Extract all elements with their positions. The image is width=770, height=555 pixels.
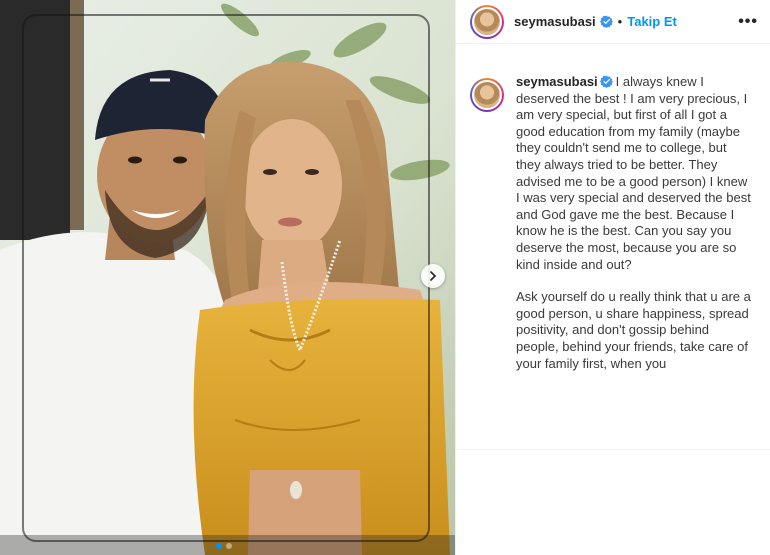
more-options-icon[interactable]: ••• (738, 13, 758, 30)
couple-photo-image (0, 0, 455, 555)
caption-row: seymasubasi I always knew I deserved the… (456, 44, 770, 372)
caption-paragraph-2: Ask yourself do u really think that u ar… (516, 289, 751, 371)
carousel-dot-1 (216, 543, 222, 549)
verified-badge-icon (599, 15, 613, 28)
carousel-dot-2 (226, 543, 232, 549)
follow-button[interactable]: Takip Et (627, 14, 677, 29)
post-header: seymasubasi • Takip Et ••• (456, 0, 770, 44)
post-photo[interactable] (0, 0, 455, 555)
caption-avatar[interactable] (470, 78, 504, 112)
header-separator: • (617, 14, 623, 29)
profile-avatar[interactable] (470, 4, 504, 39)
caption-username-link[interactable]: seymasubasi (516, 74, 598, 89)
carousel-indicator (216, 543, 232, 549)
caption-text: seymasubasi I always knew I deserved the… (516, 74, 752, 372)
caption-paragraph-1: I always knew I deserved the best ! I am… (516, 74, 751, 272)
chevron-right-icon (430, 271, 437, 281)
verified-badge-icon (599, 75, 613, 88)
post-side-panel: seymasubasi • Takip Et ••• seymasubasi I… (455, 0, 770, 555)
caption-fade-overlay (456, 449, 770, 555)
header-username-link[interactable]: seymasubasi (514, 14, 596, 29)
caption-area[interactable]: seymasubasi I always knew I deserved the… (456, 44, 770, 555)
carousel-next-button[interactable] (421, 264, 445, 288)
